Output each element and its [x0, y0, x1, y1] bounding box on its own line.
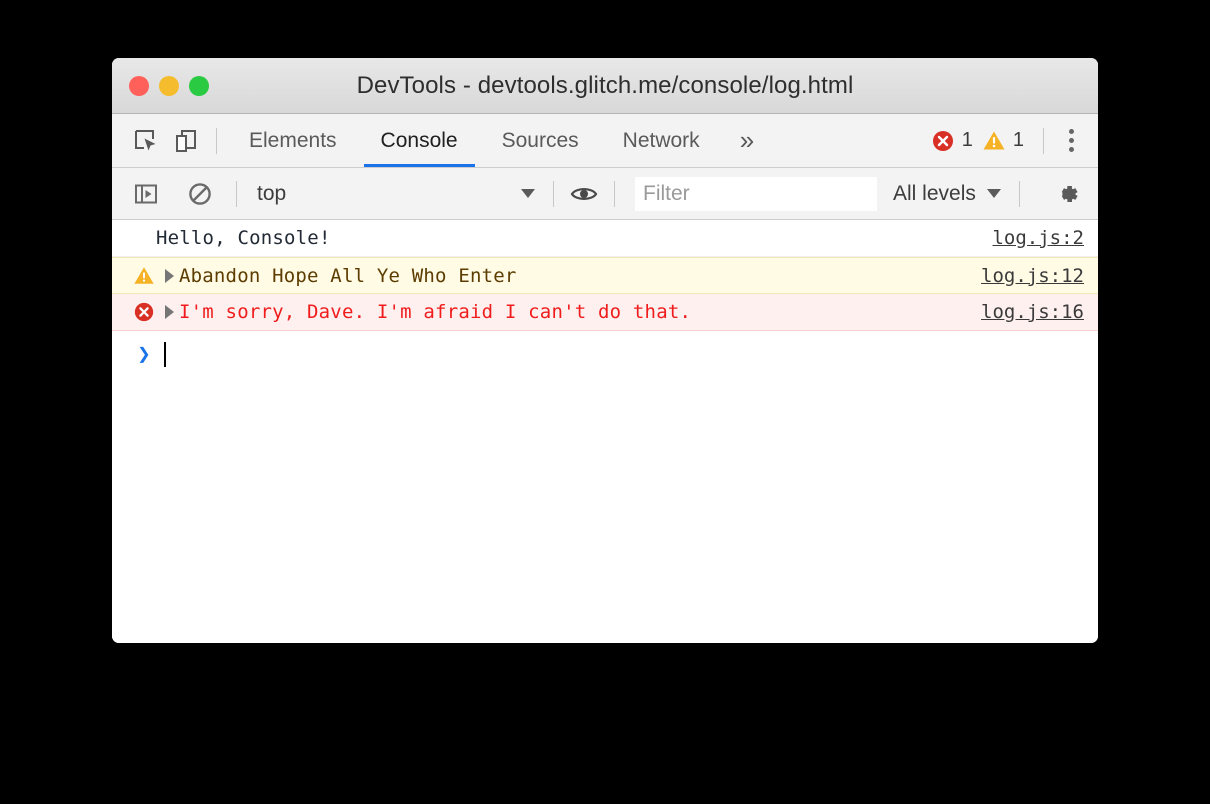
console-message-text: Abandon Hope All Ye Who Enter — [179, 264, 517, 287]
device-toolbar-icon[interactable] — [166, 121, 206, 161]
devtools-window: DevTools - devtools.glitch.me/console/lo… — [112, 58, 1098, 643]
tab-sources[interactable]: Sources — [480, 114, 601, 167]
filter-input[interactable] — [635, 176, 877, 211]
console-message-source-link[interactable]: log.js:2 — [992, 227, 1084, 249]
zoom-button[interactable] — [189, 75, 209, 96]
error-count: 1 — [961, 129, 973, 151]
window-title: DevTools - devtools.glitch.me/console/lo… — [356, 71, 854, 99]
warning-icon — [132, 265, 156, 287]
window-titlebar: DevTools - devtools.glitch.me/console/lo… — [112, 58, 1098, 114]
kebab-dot — [1068, 138, 1074, 143]
chevron-down-icon — [521, 189, 535, 198]
error-icon — [932, 130, 953, 151]
console-settings-gear-icon[interactable] — [1050, 177, 1084, 211]
console-message-source-link[interactable]: log.js:12 — [981, 265, 1084, 287]
tabbar-divider — [216, 127, 217, 154]
status-divider — [1043, 127, 1044, 154]
console-message-text: Hello, Console! — [156, 227, 331, 249]
tab-sources-label: Sources — [501, 128, 579, 152]
chevron-down-icon — [986, 189, 1001, 198]
log-level-label: All levels — [893, 181, 976, 205]
devtools-menu-icon[interactable] — [1054, 124, 1088, 158]
execution-context-label: top — [257, 181, 287, 205]
tab-elements-label: Elements — [249, 128, 337, 152]
console-toolbar-divider — [236, 180, 237, 207]
prompt-arrow-icon: ❯ — [137, 341, 151, 367]
expand-triangle-icon[interactable] — [165, 268, 174, 283]
devtools-tabbar: Elements Console Sources Network » 1 1 — [112, 114, 1098, 168]
levels-divider — [1018, 180, 1020, 207]
traffic-lights — [129, 75, 209, 96]
live-expression-eye-icon[interactable] — [564, 174, 604, 214]
console-message-error[interactable]: I'm sorry, Dave. I'm afraid I can't do t… — [112, 294, 1098, 331]
minimize-button[interactable] — [159, 75, 179, 96]
console-message-log[interactable]: Hello, Console! log.js:2 — [112, 220, 1098, 257]
console-toolbar: top All levels — [112, 168, 1098, 220]
panel-tabs: Elements Console Sources Network — [227, 114, 722, 167]
warning-count: 1 — [1012, 129, 1024, 151]
console-sidebar-toggle-icon[interactable] — [126, 174, 166, 214]
log-level-select[interactable]: All levels — [893, 182, 1001, 206]
tab-network-label: Network — [622, 128, 700, 152]
tab-console-label: Console — [380, 128, 458, 152]
tab-elements[interactable]: Elements — [227, 114, 359, 167]
context-divider — [553, 180, 554, 207]
text-cursor — [164, 341, 166, 367]
inspect-element-icon[interactable] — [126, 121, 166, 161]
console-prompt-row[interactable]: ❯ — [112, 331, 1098, 377]
error-icon — [132, 301, 156, 323]
clear-console-icon[interactable] — [180, 174, 220, 214]
tabbar-status-area: 1 1 — [931, 114, 1088, 167]
console-message-source-link[interactable]: log.js:16 — [981, 301, 1084, 323]
tab-console[interactable]: Console — [359, 114, 480, 167]
console-message-warning[interactable]: Abandon Hope All Ye Who Enter log.js:12 — [112, 257, 1098, 294]
tab-network[interactable]: Network — [601, 114, 722, 167]
warning-count-badge[interactable]: 1 — [982, 129, 1033, 153]
close-button[interactable] — [129, 75, 149, 96]
warning-icon — [983, 131, 1005, 149]
more-tabs-icon[interactable]: » — [722, 114, 772, 167]
execution-context-select[interactable]: top — [247, 177, 543, 211]
expand-triangle-icon[interactable] — [165, 305, 174, 319]
console-message-list[interactable]: Hello, Console! log.js:2 Abandon Hope Al… — [112, 220, 1098, 643]
eye-divider — [614, 180, 615, 207]
error-count-badge[interactable]: 1 — [931, 129, 982, 153]
kebab-dot — [1068, 129, 1074, 134]
console-message-text: I'm sorry, Dave. I'm afraid I can't do t… — [179, 301, 692, 323]
kebab-dot — [1068, 147, 1074, 152]
